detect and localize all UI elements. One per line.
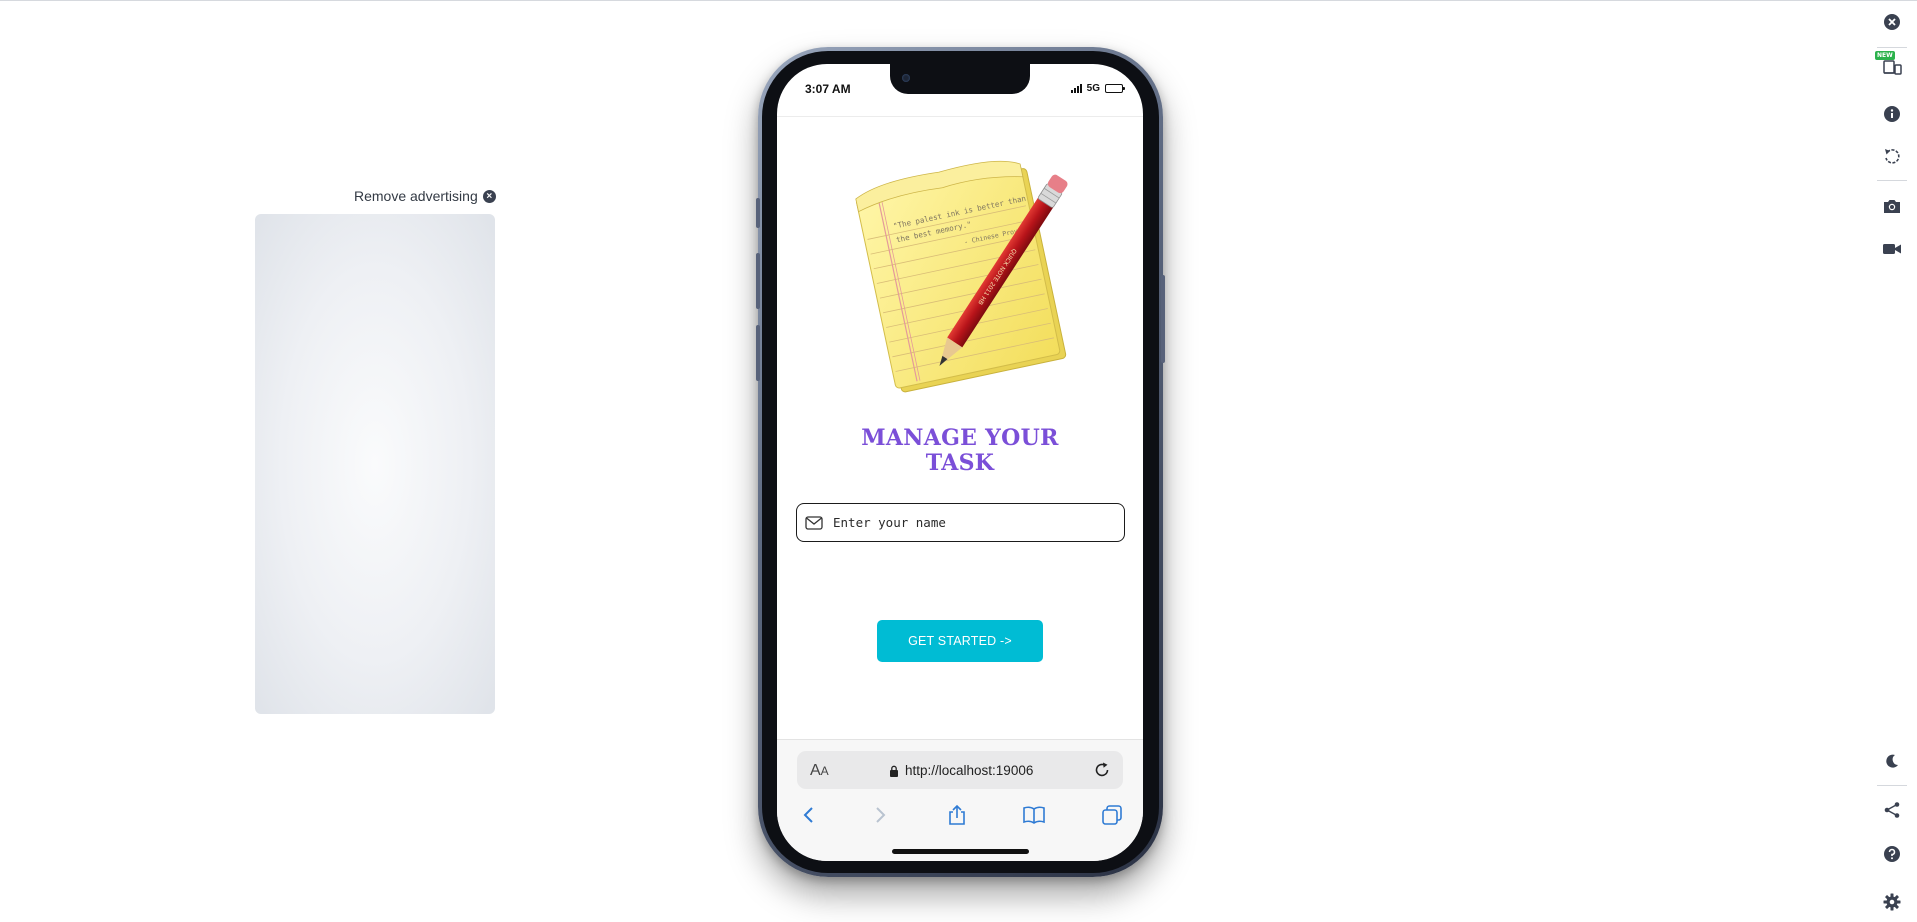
- phone-volume-up: [756, 253, 760, 309]
- advertising-placeholder: [255, 214, 495, 714]
- header-divider: [777, 116, 1143, 117]
- video-camera-icon[interactable]: [1880, 237, 1904, 261]
- phone-screen: 3:07 AM 5G "The palest ink is better tha…: [777, 64, 1143, 861]
- notepad-pencil-illustration: "The palest ink is better than the best …: [855, 160, 1068, 393]
- text-size-button[interactable]: AA: [810, 762, 829, 780]
- browser-nav-row: [777, 798, 1143, 832]
- camera-icon[interactable]: [1880, 194, 1904, 218]
- close-icon[interactable]: [1880, 10, 1904, 34]
- help-icon[interactable]: [1880, 842, 1904, 866]
- forward-icon[interactable]: [867, 802, 893, 828]
- url-text: http://localhost:19006: [905, 763, 1034, 778]
- close-circle-icon: ×: [482, 189, 496, 203]
- mail-icon: [805, 515, 823, 530]
- name-field[interactable]: [796, 503, 1125, 542]
- battery-icon: [1105, 84, 1125, 93]
- new-badge: NEW: [1875, 51, 1895, 60]
- back-icon[interactable]: [796, 802, 822, 828]
- dark-mode-icon[interactable]: [1880, 749, 1904, 773]
- get-started-button[interactable]: GET STARTED ->: [877, 620, 1043, 662]
- remove-advertising-link[interactable]: Remove advertising ×: [354, 188, 496, 204]
- devices-icon[interactable]: NEW: [1875, 51, 1904, 79]
- address-bar[interactable]: AA http://localhost:19006: [797, 751, 1123, 789]
- browser-bottom-bar: AA http://localhost:19006: [777, 739, 1143, 861]
- name-input[interactable]: [831, 514, 1115, 531]
- share-network-icon[interactable]: [1880, 798, 1904, 822]
- device-toolbar: NEW: [1867, 0, 1917, 922]
- url-display[interactable]: http://localhost:19006: [889, 763, 1033, 778]
- home-indicator: [892, 849, 1029, 854]
- phone-volume-down: [756, 325, 760, 381]
- info-icon[interactable]: [1880, 102, 1904, 126]
- app-title: MANAGE YOUR TASK: [777, 426, 1143, 476]
- app-title-line1: MANAGE YOUR: [861, 425, 1059, 451]
- lock-icon: [890, 765, 898, 777]
- status-indicators: 5G: [1070, 83, 1125, 94]
- toolbar-separator: [1877, 180, 1907, 181]
- front-camera: [902, 74, 910, 82]
- phone-power-button: [1161, 275, 1165, 363]
- reload-icon[interactable]: [1092, 760, 1112, 780]
- signal-icon: [1070, 84, 1082, 93]
- tabs-icon[interactable]: [1099, 802, 1125, 828]
- status-time: 3:07 AM: [805, 82, 851, 96]
- network-label: 5G: [1086, 83, 1100, 94]
- share-icon[interactable]: [944, 802, 970, 828]
- rotate-icon[interactable]: [1880, 144, 1904, 168]
- bookmarks-icon[interactable]: [1021, 802, 1047, 828]
- top-border: [0, 0, 1917, 1]
- phone-mute-switch: [756, 198, 760, 228]
- toolbar-separator: [1877, 47, 1907, 48]
- remove-advertising-label: Remove advertising: [354, 188, 478, 204]
- phone-notch: [890, 64, 1030, 94]
- toolbar-separator: [1877, 785, 1907, 786]
- app-title-line2: TASK: [925, 450, 995, 476]
- settings-icon[interactable]: [1880, 890, 1904, 914]
